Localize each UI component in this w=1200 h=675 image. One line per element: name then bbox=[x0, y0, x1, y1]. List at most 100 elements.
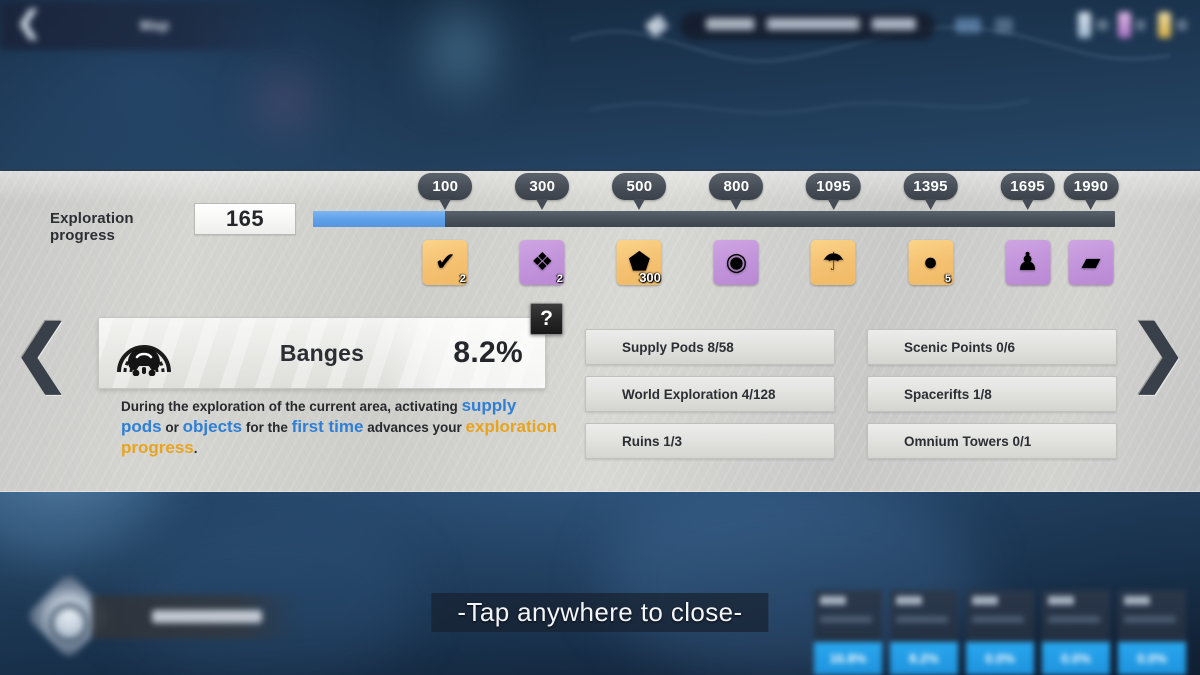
mini-card-thumb bbox=[966, 590, 1034, 642]
milestone-bubble: 1990 bbox=[1063, 173, 1119, 200]
reward-glyph: ☂ bbox=[822, 248, 845, 276]
mini-card-percent-bar: 0.0% bbox=[966, 642, 1034, 675]
robot-outfit-icon[interactable]: ♟ bbox=[1005, 240, 1051, 285]
back-chevron-icon[interactable]: ❮ bbox=[16, 8, 41, 38]
reward-quantity: 2 bbox=[556, 273, 563, 285]
mini-card-percent-bar: 0.0% bbox=[1118, 642, 1186, 675]
blueprint-icon[interactable]: ▰ bbox=[1068, 240, 1114, 285]
desc-part-3: for the bbox=[242, 420, 292, 435]
milestone-marker-500[interactable]: 500 bbox=[612, 173, 667, 210]
milestone-pointer-icon bbox=[924, 199, 937, 210]
milestone-marker-1395[interactable]: 1395 bbox=[903, 173, 958, 210]
mushroom-icon[interactable]: ☂ bbox=[810, 240, 856, 285]
reward-glyph: ✔ bbox=[434, 248, 456, 276]
milestone-pointer-icon bbox=[633, 199, 646, 210]
stat-tile[interactable]: Supply Pods 8/58 bbox=[585, 329, 835, 365]
reward-glyph: ● bbox=[922, 248, 939, 276]
progress-track-fill bbox=[313, 211, 446, 227]
stat-tile[interactable]: Omnium Towers 0/1 bbox=[867, 423, 1117, 459]
reward-glyph: ❖ bbox=[531, 248, 554, 276]
pen-icon[interactable] bbox=[644, 14, 670, 38]
resource-3-icon[interactable] bbox=[1158, 12, 1171, 38]
mini-card-percent-bar: 0.0% bbox=[1042, 642, 1110, 675]
mini-card-percent: 0.0% bbox=[1137, 651, 1167, 666]
reward-glyph: ◉ bbox=[725, 248, 748, 276]
region-mini-card[interactable]: 0.0% bbox=[1118, 590, 1186, 675]
top-hud: ❮ Map bbox=[0, 0, 1200, 56]
region-name-text bbox=[706, 18, 916, 30]
prev-area-button[interactable]: ❮ bbox=[11, 312, 73, 392]
reward-quantity: 5 bbox=[944, 273, 952, 285]
stat-tile[interactable]: Spacerifts 1/8 bbox=[867, 376, 1117, 412]
milestone-pointer-icon bbox=[439, 199, 452, 210]
milestone-pointer-icon bbox=[1084, 199, 1097, 210]
milestone-pointer-icon bbox=[1021, 199, 1034, 210]
mini-card-percent-bar: 16.8% bbox=[814, 642, 882, 675]
region-mini-card[interactable]: 16.8% bbox=[814, 590, 882, 675]
exploration-description: During the exploration of the current ar… bbox=[121, 396, 561, 459]
milestone-value: 100 bbox=[432, 178, 459, 195]
gold-orb-icon[interactable]: ● 5 bbox=[908, 240, 954, 285]
stat-label: Spacerifts 1/8 bbox=[904, 386, 992, 402]
tap-to-close-hint[interactable]: -Tap anywhere to close- bbox=[431, 593, 769, 632]
mini-card-thumb bbox=[814, 590, 882, 642]
milestone-pointer-icon bbox=[536, 199, 549, 210]
milestone-value: 800 bbox=[723, 178, 750, 195]
stat-tile[interactable]: Scenic Points 0/6 bbox=[867, 329, 1117, 365]
milestone-bubble: 1395 bbox=[903, 173, 958, 200]
exploration-progress-label: Exploration progress bbox=[50, 210, 134, 244]
resource-2-count bbox=[1136, 20, 1145, 30]
stat-label: Scenic Points 0/6 bbox=[904, 339, 1016, 355]
ore-shard-icon[interactable]: ❖ 2 bbox=[519, 240, 565, 285]
bg-glow-4 bbox=[268, 85, 302, 119]
area-completion-percent: 8.2% bbox=[453, 336, 523, 369]
exploration-progress-value-box: 165 bbox=[194, 203, 296, 235]
region-mini-card[interactable]: 0.0% bbox=[966, 590, 1034, 675]
resource-1-icon[interactable] bbox=[1078, 12, 1091, 38]
currency-crate-icon[interactable]: ⬟ 300 bbox=[616, 240, 662, 285]
milestone-value: 1395 bbox=[913, 178, 948, 195]
milestone-marker-1095[interactable]: 1095 bbox=[806, 173, 861, 210]
milestone-marker-800[interactable]: 800 bbox=[709, 173, 764, 210]
reward-quantity: 2 bbox=[459, 273, 466, 285]
next-area-button[interactable]: ❯ bbox=[1127, 312, 1189, 392]
stat-label: Ruins 1/3 bbox=[622, 433, 683, 449]
milestone-marker-1695[interactable]: 1695 bbox=[1000, 173, 1055, 210]
progress-track bbox=[313, 211, 1115, 227]
desc-highlight-objects: objects bbox=[182, 417, 243, 436]
game-screen: ❮ Map Exploration progress 165 100 300 500… bbox=[0, 0, 1200, 675]
area-summary-card[interactable]: Banges 8.2% bbox=[98, 317, 546, 389]
milestone-marker-1990[interactable]: 1990 bbox=[1063, 173, 1119, 210]
resource-2-icon[interactable] bbox=[1118, 12, 1131, 38]
mini-card-percent: 8.2% bbox=[909, 651, 939, 666]
milestone-bubble: 1695 bbox=[1000, 173, 1055, 200]
relic-core-icon[interactable]: ◉ bbox=[713, 240, 759, 285]
mini-card-thumb bbox=[1042, 590, 1110, 642]
currency-2[interactable] bbox=[995, 18, 1013, 33]
milestone-bubble: 100 bbox=[418, 173, 473, 200]
reward-glyph: ▰ bbox=[1081, 248, 1101, 276]
desc-highlight-first-time: first time bbox=[291, 417, 364, 436]
stat-tile[interactable]: World Exploration 4/128 bbox=[585, 376, 835, 412]
milestone-value: 1990 bbox=[1073, 178, 1109, 195]
exploration-progress-value: 165 bbox=[226, 206, 264, 231]
milestone-marker-100[interactable]: 100 bbox=[418, 173, 473, 210]
mini-card-thumb bbox=[890, 590, 958, 642]
exploration-token-icon[interactable]: ✔ 2 bbox=[422, 240, 468, 285]
region-mini-card[interactable]: 0.0% bbox=[1042, 590, 1110, 675]
stat-tile[interactable]: Ruins 1/3 bbox=[585, 423, 835, 459]
milestone-bubble: 300 bbox=[515, 173, 570, 200]
currency-1[interactable] bbox=[955, 18, 981, 33]
region-mini-card[interactable]: 8.2% bbox=[890, 590, 958, 675]
milestone-value: 500 bbox=[626, 178, 653, 195]
desc-part-1: During the exploration of the current ar… bbox=[121, 399, 462, 414]
map-label: Map bbox=[140, 17, 170, 33]
mini-card-percent: 0.0% bbox=[985, 651, 1015, 666]
resource-3-count bbox=[1177, 20, 1187, 30]
region-name-text-bottom bbox=[152, 610, 262, 623]
help-button[interactable]: ? bbox=[530, 303, 563, 335]
milestone-pointer-icon bbox=[827, 199, 840, 210]
resource-1-count bbox=[1097, 20, 1108, 30]
bottom-hud: -Tap anywhere to close- 16.8% 8.2% 0.0% 0.0… bbox=[0, 565, 1200, 675]
milestone-marker-300[interactable]: 300 bbox=[515, 173, 570, 210]
